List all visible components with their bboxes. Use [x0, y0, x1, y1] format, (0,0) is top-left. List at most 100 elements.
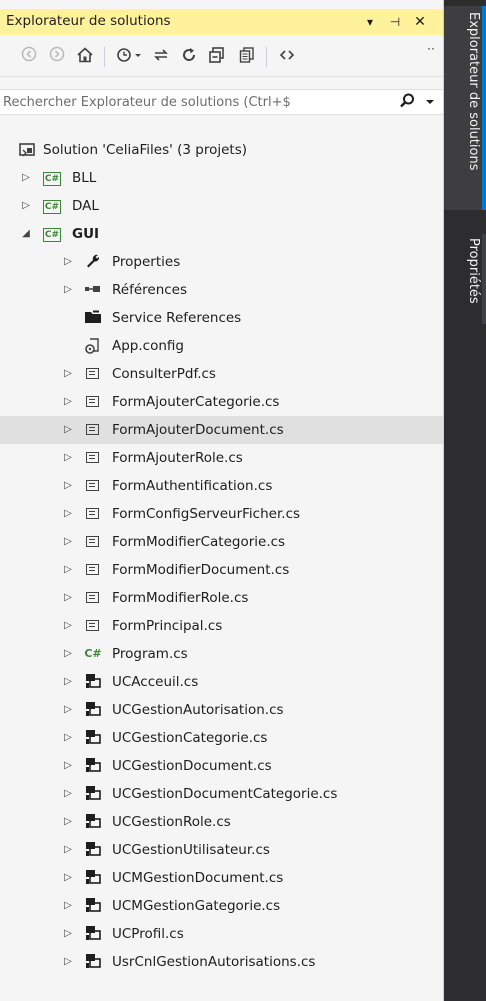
expand-arrow-icon[interactable]: ▷: [62, 899, 74, 913]
tree-row-folder[interactable]: ▷ Références: [0, 276, 443, 304]
tree-row-file[interactable]: ▷ FormModifierCategorie.cs: [0, 528, 443, 556]
search-icon[interactable]: [398, 92, 416, 114]
tree-item-label: FormAjouterCategorie.cs: [112, 394, 280, 410]
expand-arrow-icon[interactable]: ▷: [62, 731, 74, 745]
view-code-icon[interactable]: [276, 46, 298, 68]
expand-arrow-icon[interactable]: ▷: [62, 479, 74, 493]
expand-arrow-icon[interactable]: ▷: [62, 507, 74, 521]
tree-item-label: Properties: [112, 254, 181, 270]
tree-item-label: Program.cs: [112, 646, 188, 662]
tree-item-label: FormModifierDocument.cs: [112, 562, 290, 578]
pin-icon[interactable]: ⊣: [385, 12, 405, 32]
tree-row-file[interactable]: ▷ UCGestionCategorie.cs: [0, 724, 443, 752]
tree-item-label: ConsulterPdf.cs: [112, 366, 216, 382]
tree-row-solution[interactable]: Solution 'CeliaFiles' (3 projets): [0, 136, 443, 164]
tree-row-folder[interactable]: Service References: [0, 304, 443, 332]
expand-arrow-icon[interactable]: ▷: [62, 423, 74, 437]
tree-item-label: Service References: [112, 310, 242, 326]
sync-with-active-document-icon[interactable]: [150, 46, 172, 68]
expand-arrow-icon[interactable]: ▷: [62, 535, 74, 549]
tab-solution-explorer[interactable]: Explorateur de solutions: [444, 6, 486, 210]
home-icon[interactable]: [74, 46, 96, 68]
expand-arrow-icon[interactable]: ▷: [20, 199, 32, 213]
tree-row-file[interactable]: ▷ FormAuthentification.cs: [0, 472, 443, 500]
collapse-arrow-icon[interactable]: ◢: [20, 227, 32, 241]
user-control-icon: [84, 729, 102, 747]
tree-item-label: FormAjouterRole.cs: [112, 450, 243, 466]
tree-item-label: FormConfigServeurFicher.cs: [112, 506, 301, 522]
tree-item-label: FormAuthentification.cs: [112, 478, 273, 494]
expand-arrow-icon[interactable]: ▷: [62, 927, 74, 941]
history-dropdown-icon[interactable]: [114, 46, 146, 68]
expand-arrow-icon[interactable]: ▷: [62, 759, 74, 773]
expand-arrow-icon[interactable]: ▷: [62, 283, 74, 297]
refresh-icon[interactable]: [178, 46, 200, 68]
tree-row-file[interactable]: ▷ UCGestionAutorisation.cs: [0, 696, 443, 724]
tree-row-file[interactable]: ▷ UCGestionRole.cs: [0, 808, 443, 836]
csharp-project-icon: C#: [43, 228, 61, 242]
expand-arrow-icon[interactable]: ▷: [20, 171, 32, 185]
expand-arrow-icon[interactable]: ▷: [62, 871, 74, 885]
tab-properties[interactable]: Propriétés: [444, 234, 486, 324]
expand-arrow-icon[interactable]: ▷: [62, 563, 74, 577]
tree-row-project[interactable]: ▷ C# DAL: [0, 192, 443, 220]
expand-arrow-icon[interactable]: ▷: [62, 815, 74, 829]
expand-arrow-icon[interactable]: ▷: [62, 843, 74, 857]
tree-row-project[interactable]: ◢ C# GUI: [0, 220, 443, 248]
expand-arrow-icon[interactable]: ▷: [62, 703, 74, 717]
tree-row-file[interactable]: ▷ FormPrincipal.cs: [0, 612, 443, 640]
tree-row-file[interactable]: App.config: [0, 332, 443, 360]
expand-arrow-icon[interactable]: ▷: [62, 955, 74, 969]
tree-row-file[interactable]: ▷ UCMGestionDocument.cs: [0, 864, 443, 892]
csharp-file-icon: C#: [84, 647, 102, 660]
panel-title-bar[interactable]: Explorateur de solutions ▾ ⊣ ✕: [0, 9, 443, 35]
back-arrow-icon[interactable]: [18, 46, 40, 68]
tree-item-label: FormModifierRole.cs: [112, 590, 249, 606]
tree-row-file[interactable]: ▷ UCAcceuil.cs: [0, 668, 443, 696]
user-control-icon: [84, 953, 102, 971]
tree-row-project[interactable]: ▷ C# BLL: [0, 164, 443, 192]
toolbar-separator: [104, 47, 105, 67]
tree-row-file[interactable]: ▷ UCGestionUtilisateur.cs: [0, 836, 443, 864]
tree-row-file[interactable]: ▷ UCMGestionGategorie.cs: [0, 892, 443, 920]
tree-row-file-selected[interactable]: ▷ FormAjouterDocument.cs: [0, 416, 443, 444]
solution-explorer-panel: Explorateur de solutions ▾ ⊣ ✕ ⋅⋅ Recher…: [0, 0, 444, 1001]
tree-row-file[interactable]: ▷ ConsulterPdf.cs: [0, 360, 443, 388]
expand-arrow-icon[interactable]: ▷: [62, 451, 74, 465]
tree-row-file[interactable]: ▷ UCProfil.cs: [0, 920, 443, 948]
tree-row-folder[interactable]: ▷ Properties: [0, 248, 443, 276]
expand-arrow-icon[interactable]: ▷: [62, 647, 74, 661]
close-icon[interactable]: ✕: [410, 12, 430, 32]
form-file-icon: [86, 592, 99, 603]
user-control-icon: [84, 673, 102, 691]
tree-row-file[interactable]: ▷ UCGestionDocumentCategorie.cs: [0, 780, 443, 808]
form-file-icon: [86, 452, 99, 463]
tree-row-file[interactable]: ▷ FormAjouterRole.cs: [0, 444, 443, 472]
collapse-all-icon[interactable]: [206, 46, 228, 68]
expand-arrow-icon[interactable]: ▷: [62, 591, 74, 605]
tree-row-file[interactable]: ▷ UCGestionDocument.cs: [0, 752, 443, 780]
tree-item-label: Références: [112, 282, 188, 298]
expand-arrow-icon[interactable]: ▷: [62, 787, 74, 801]
tree-item-label: UCGestionCategorie.cs: [112, 730, 268, 746]
show-all-files-icon[interactable]: [236, 46, 258, 68]
tree-row-file[interactable]: ▷ FormAjouterCategorie.cs: [0, 388, 443, 416]
project-label: DAL: [72, 198, 99, 214]
active-tab-indicator: [482, 6, 486, 210]
expand-arrow-icon[interactable]: ▷: [62, 255, 74, 269]
expand-arrow-icon[interactable]: ▷: [62, 395, 74, 409]
search-input[interactable]: [3, 93, 375, 111]
tree-row-file[interactable]: ▷ FormModifierDocument.cs: [0, 556, 443, 584]
expand-arrow-icon[interactable]: ▷: [62, 367, 74, 381]
tree-row-file[interactable]: ▷ C# Program.cs: [0, 640, 443, 668]
tree-row-file[interactable]: ▷ FormConfigServeurFicher.cs: [0, 500, 443, 528]
toolbar-overflow-icon[interactable]: ⋅⋅: [424, 38, 438, 60]
tree-item-label: UCGestionAutorisation.cs: [112, 702, 284, 718]
expand-arrow-icon[interactable]: ▷: [62, 619, 74, 633]
tree-row-file[interactable]: ▷ UsrCnlGestionAutorisations.cs: [0, 948, 443, 976]
tree-row-file[interactable]: ▷ FormModifierRole.cs: [0, 584, 443, 612]
window-position-dropdown-icon[interactable]: ▾: [360, 12, 380, 32]
forward-arrow-icon[interactable]: [46, 46, 68, 68]
expand-arrow-icon[interactable]: ▷: [62, 675, 74, 689]
search-options-dropdown-icon[interactable]: [425, 92, 435, 113]
